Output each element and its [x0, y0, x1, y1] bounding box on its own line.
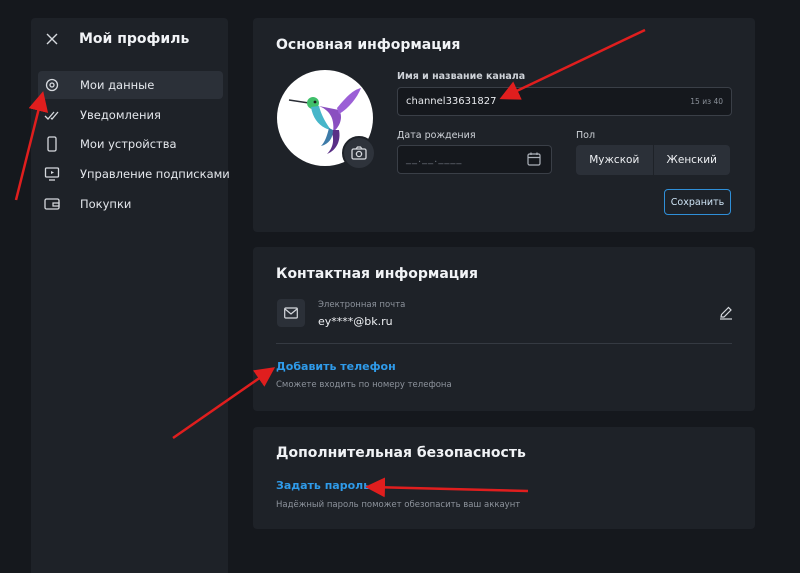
password-hint: Надёжный пароль поможет обезопасить ваш … [276, 500, 521, 510]
channel-name-label: Имя и название канала [397, 71, 526, 82]
pencil-icon[interactable] [719, 306, 733, 320]
camera-icon [351, 146, 367, 160]
sidebar-item-subscriptions[interactable]: Управление подписками [38, 160, 230, 188]
tv-icon [44, 167, 60, 181]
sidebar-title: Мой профиль [79, 31, 190, 47]
add-phone-link[interactable]: Добавить телефон [276, 360, 396, 373]
phone-icon [47, 136, 57, 152]
gender-label: Пол [576, 130, 596, 141]
birthdate-input[interactable]: __.__.____ [397, 145, 552, 174]
channel-name-value: channel33631827 [406, 96, 497, 107]
security-title: Дополнительная безопасность [276, 445, 526, 461]
sidebar-item-devices[interactable]: Мои устройства [38, 130, 223, 158]
sidebar-item-label: Мои данные [80, 78, 155, 92]
gender-male-button[interactable]: Мужской [576, 145, 653, 175]
channel-name-counter: 15 из 40 [690, 97, 723, 106]
mail-icon [284, 307, 298, 319]
email-icon-box [277, 299, 305, 327]
email-label: Электронная почта [318, 300, 406, 310]
security-card: Дополнительная безопасность Задать парол… [253, 427, 755, 529]
basic-info-card: Основная информация Имя и название канал… [253, 18, 755, 232]
email-value: ey****@bk.ru [318, 315, 393, 328]
wallet-icon [44, 198, 60, 210]
sidebar-header: Мой профиль [31, 18, 228, 63]
change-avatar-button[interactable] [342, 136, 376, 170]
gear-icon [45, 78, 59, 92]
sidebar-item-purchases[interactable]: Покупки [38, 190, 223, 218]
sidebar-item-label: Уведомления [80, 108, 161, 122]
add-phone-hint: Сможете входить по номеру телефона [276, 380, 452, 390]
sidebar-item-notifications[interactable]: Уведомления [38, 101, 223, 129]
basic-info-title: Основная информация [276, 37, 461, 53]
gender-selector: Мужской Женский [576, 145, 730, 175]
birthdate-label: Дата рождения [397, 130, 476, 141]
sidebar-item-label: Покупки [80, 197, 132, 211]
sidebar-item-label: Управление подписками [80, 167, 230, 181]
sidebar-item-my-data[interactable]: Мои данные [38, 71, 223, 99]
contact-info-title: Контактная информация [276, 266, 478, 282]
sidebar-item-label: Мои устройства [80, 137, 177, 151]
contact-info-card: Контактная информация Электронная почта … [253, 247, 755, 411]
check-icon [44, 111, 59, 120]
close-icon[interactable] [45, 32, 59, 46]
save-button[interactable]: Сохранить [664, 189, 731, 215]
profile-sidebar: Мой профиль Мои данные Уведомления Мои у… [31, 18, 230, 573]
set-password-link[interactable]: Задать пароль [276, 479, 370, 492]
calendar-icon[interactable] [527, 152, 541, 166]
channel-name-input[interactable]: channel33631827 15 из 40 [397, 87, 732, 116]
gender-female-button[interactable]: Женский [652, 145, 731, 175]
divider [276, 343, 732, 344]
birthdate-placeholder: __.__.____ [406, 154, 463, 165]
